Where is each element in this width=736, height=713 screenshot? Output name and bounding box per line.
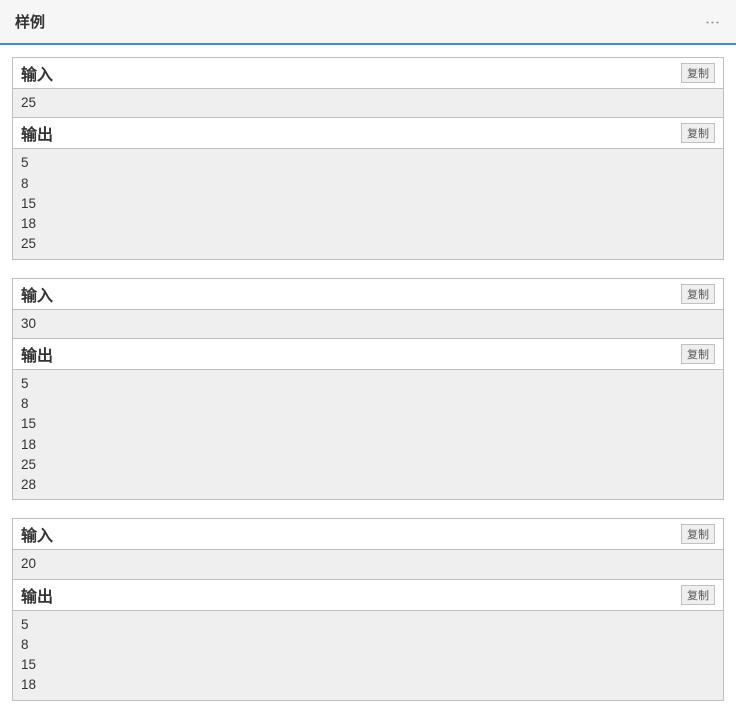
copy-button[interactable]: 复制 [681, 284, 715, 304]
example-block: 输入 复制 30 输出 复制 5 8 15 18 25 28 [12, 278, 724, 501]
output-content: 5 8 15 18 25 [12, 149, 724, 259]
input-header: 输入 复制 [12, 518, 724, 550]
input-content: 30 [12, 310, 724, 339]
input-label: 输入 [21, 61, 53, 85]
output-label: 输出 [21, 342, 53, 366]
input-content: 25 [12, 89, 724, 118]
copy-button[interactable]: 复制 [681, 585, 715, 605]
output-header: 输出 复制 [12, 339, 724, 370]
input-label: 输入 [21, 282, 53, 306]
input-label: 输入 [21, 522, 53, 546]
panel-title: 样例 [15, 11, 45, 32]
copy-button[interactable]: 复制 [681, 524, 715, 544]
panel-header: 样例 ⋮ [0, 0, 736, 45]
menu-dots-icon[interactable]: ⋮ [703, 15, 721, 29]
example-block: 输入 复制 25 输出 复制 5 8 15 18 25 [12, 57, 724, 260]
input-header: 输入 复制 [12, 57, 724, 89]
output-header: 输出 复制 [12, 580, 724, 611]
output-label: 输出 [21, 121, 53, 145]
input-content: 20 [12, 550, 724, 579]
copy-button[interactable]: 复制 [681, 344, 715, 364]
output-header: 输出 复制 [12, 118, 724, 149]
panel-body: 输入 复制 25 输出 复制 5 8 15 18 25 输入 复制 30 输出 … [0, 45, 736, 713]
copy-button[interactable]: 复制 [681, 63, 715, 83]
input-header: 输入 复制 [12, 278, 724, 310]
output-content: 5 8 15 18 [12, 611, 724, 701]
example-block: 输入 复制 20 输出 复制 5 8 15 18 [12, 518, 724, 700]
output-content: 5 8 15 18 25 28 [12, 370, 724, 501]
copy-button[interactable]: 复制 [681, 123, 715, 143]
output-label: 输出 [21, 583, 53, 607]
